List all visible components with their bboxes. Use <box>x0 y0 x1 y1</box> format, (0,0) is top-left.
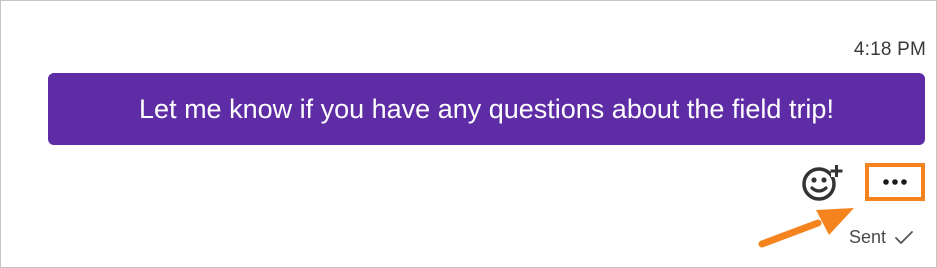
add-reaction-button[interactable] <box>798 160 844 206</box>
more-options-button[interactable] <box>865 163 925 201</box>
message-timestamp: 4:18 PM <box>853 39 926 60</box>
more-horizontal-icon <box>883 179 907 185</box>
checkmark-icon <box>895 230 913 244</box>
status-label: Sent <box>849 227 887 247</box>
pointer-arrow-icon <box>758 208 854 248</box>
emoji-plus-icon <box>802 165 843 201</box>
delivery-status: Sent <box>849 227 914 248</box>
message-bubble: Let me know if you have any questions ab… <box>48 73 925 145</box>
message-panel: 4:18 PM Let me know if you have any ques… <box>0 0 937 268</box>
